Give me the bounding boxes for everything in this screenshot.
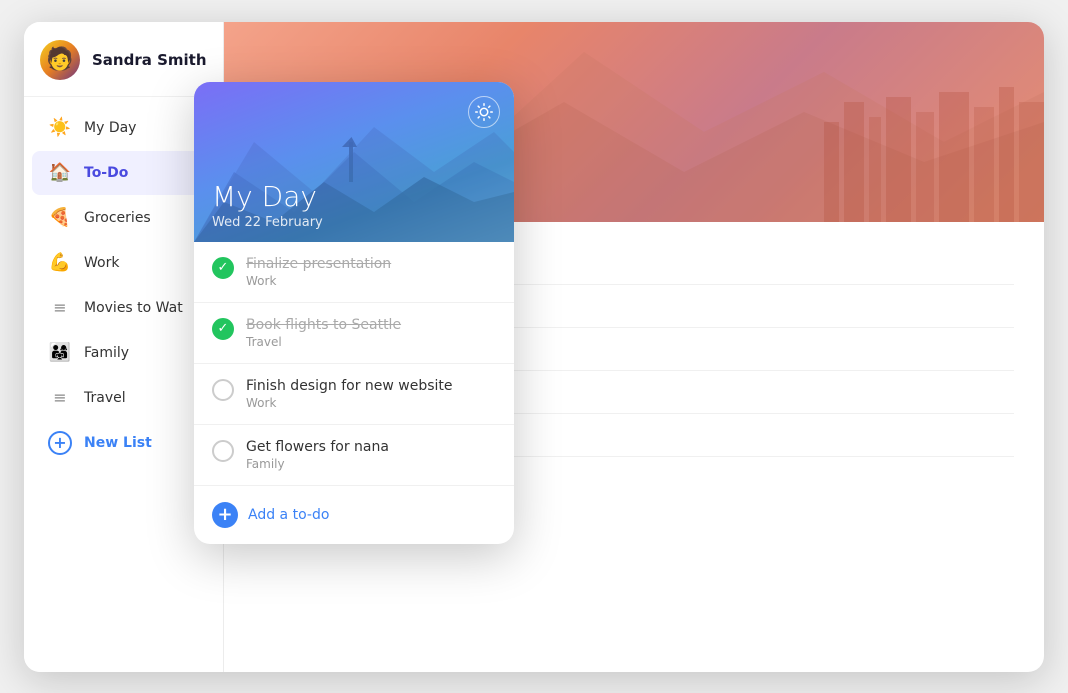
task-name-4: Get flowers for nana: [246, 439, 496, 455]
my-day-icon: ☀️: [48, 116, 72, 140]
task-list-4: Family: [246, 457, 496, 471]
to-do-icon: 🏠: [48, 161, 72, 185]
task-info-3: Finish design for new website Work: [246, 378, 496, 410]
add-todo-label: Add a to-do: [248, 507, 329, 523]
work-icon: 💪: [48, 251, 72, 275]
sidebar-label-work: Work: [84, 255, 119, 271]
family-icon: 👨‍👩‍👧: [48, 341, 72, 365]
sidebar-label-family: Family: [84, 345, 129, 361]
groceries-icon: 🍕: [48, 206, 72, 230]
sidebar-label-new-list: New List: [84, 435, 152, 451]
task-list-1: Work: [246, 274, 496, 288]
sidebar-item-movies[interactable]: ≡ Movies to Wat: [32, 286, 215, 330]
myday-date: Wed 22 February: [212, 215, 496, 230]
myday-header: My Day Wed 22 February: [194, 82, 514, 242]
task-item-2[interactable]: Book flights to Seattle Travel: [194, 303, 514, 364]
task-check-3[interactable]: [212, 379, 234, 401]
movies-icon: ≡: [48, 296, 72, 320]
sidebar-label-groceries: Groceries: [84, 210, 151, 226]
card-tasks-list: Finalize presentation Work Book flights …: [194, 242, 514, 486]
task-name-1: Finalize presentation: [246, 256, 496, 272]
sidebar-item-work[interactable]: 💪 Work: [32, 241, 215, 285]
add-todo-plus-icon: +: [212, 502, 238, 528]
task-item-1[interactable]: Finalize presentation Work: [194, 242, 514, 303]
sidebar-item-my-day[interactable]: ☀️ My Day: [32, 106, 215, 150]
add-todo-row[interactable]: + Add a to-do: [194, 486, 514, 544]
task-name-3: Finish design for new website: [246, 378, 496, 394]
task-item-3[interactable]: Finish design for new website Work: [194, 364, 514, 425]
sidebar-item-groceries[interactable]: 🍕 Groceries: [32, 196, 215, 240]
task-list-3: Work: [246, 396, 496, 410]
task-info-4: Get flowers for nana Family: [246, 439, 496, 471]
sidebar-label-travel: Travel: [84, 390, 126, 406]
new-list-plus-icon: +: [48, 431, 72, 455]
task-name-2: Book flights to Seattle: [246, 317, 496, 333]
sidebar-item-new-list[interactable]: + New List: [32, 421, 215, 465]
task-check-4[interactable]: [212, 440, 234, 462]
myday-title: My Day: [212, 182, 496, 213]
travel-icon: ≡: [48, 386, 72, 410]
sidebar-item-family[interactable]: 👨‍👩‍👧 Family: [32, 331, 215, 375]
username: Sandra Smith: [92, 51, 207, 69]
avatar: 🧑: [40, 40, 80, 80]
task-check-1[interactable]: [212, 257, 234, 279]
suggestions-button[interactable]: [468, 96, 500, 128]
sidebar-item-to-do[interactable]: 🏠 To-Do: [32, 151, 215, 195]
task-info-2: Book flights to Seattle Travel: [246, 317, 496, 349]
avatar-emoji: 🧑: [46, 49, 73, 71]
sidebar-label-my-day: My Day: [84, 120, 136, 136]
sidebar-label-to-do: To-Do: [84, 165, 128, 181]
sidebar-item-travel[interactable]: ≡ Travel: [32, 376, 215, 420]
sidebar-label-movies: Movies to Wat: [84, 300, 183, 316]
app-container: 🧑 Sandra Smith ☀️ My Day 🏠 To-Do 🍕 Groce…: [24, 22, 1044, 672]
task-list-2: Travel: [246, 335, 496, 349]
task-check-2[interactable]: [212, 318, 234, 340]
task-info-1: Finalize presentation Work: [246, 256, 496, 288]
myday-card: My Day Wed 22 February Finalize presenta…: [194, 82, 514, 544]
task-item-4[interactable]: Get flowers for nana Family: [194, 425, 514, 486]
